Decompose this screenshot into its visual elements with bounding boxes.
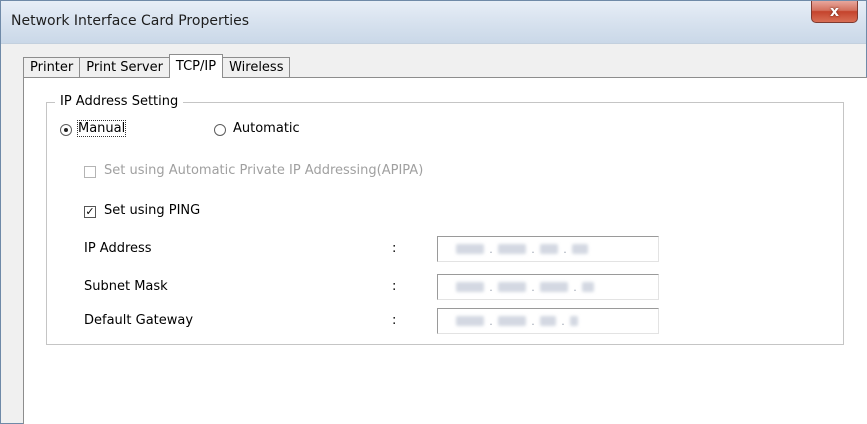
ping-label[interactable]: Set using PING xyxy=(104,203,200,218)
octet-separator: . xyxy=(489,314,493,328)
close-button[interactable]: x xyxy=(811,1,858,23)
blurred-octet xyxy=(540,316,556,326)
apipa-label: Set using Automatic Private IP Addressin… xyxy=(104,163,424,178)
tab-bar: Printer Print Server TCP/IP Wireless xyxy=(23,54,291,78)
close-icon: x xyxy=(829,3,840,20)
blurred-octet xyxy=(498,282,526,292)
blurred-octet xyxy=(540,282,568,292)
ping-checkbox[interactable]: ✓ xyxy=(84,206,96,218)
ip-address-colon: : xyxy=(392,241,397,256)
octet-separator: . xyxy=(561,314,565,328)
tab-printer[interactable]: Printer xyxy=(23,57,81,78)
tab-tcp-ip[interactable]: TCP/IP xyxy=(168,54,224,78)
blurred-octet xyxy=(456,282,484,292)
blurred-octet xyxy=(456,316,484,326)
blurred-octet xyxy=(498,316,526,326)
blurred-octet xyxy=(540,244,558,254)
subnet-mask-label: Subnet Mask xyxy=(84,279,168,294)
title-bar[interactable]: Network Interface Card Properties x xyxy=(1,1,866,44)
group-title: IP Address Setting xyxy=(55,94,184,109)
octet-separator: . xyxy=(531,314,535,328)
automatic-radio[interactable] xyxy=(214,124,226,136)
blurred-octet xyxy=(572,244,588,254)
octet-separator: . xyxy=(573,280,577,294)
blurred-octet xyxy=(498,244,526,254)
octet-separator: . xyxy=(531,280,535,294)
checkmark-icon: ✓ xyxy=(85,205,95,218)
ip-address-input[interactable]: . . . xyxy=(437,236,659,262)
subnet-mask-input[interactable]: . . . xyxy=(437,274,659,300)
default-gateway-label: Default Gateway xyxy=(84,313,194,328)
radio-selected-dot xyxy=(64,128,68,132)
manual-label[interactable]: Manual xyxy=(76,120,127,137)
blurred-octet xyxy=(456,244,484,254)
octet-separator: . xyxy=(489,280,493,294)
ip-address-label: IP Address xyxy=(84,241,152,256)
octet-separator: . xyxy=(489,242,493,256)
manual-radio[interactable] xyxy=(60,124,72,136)
default-gateway-colon: : xyxy=(392,313,397,328)
blurred-octet xyxy=(582,282,594,292)
automatic-label[interactable]: Automatic xyxy=(233,121,300,136)
octet-separator: . xyxy=(531,242,535,256)
window-title: Network Interface Card Properties xyxy=(11,13,249,29)
default-gateway-input[interactable]: . . . xyxy=(437,308,659,334)
tab-wireless[interactable]: Wireless xyxy=(222,57,291,78)
apipa-checkbox xyxy=(84,166,96,178)
blurred-octet xyxy=(570,316,578,326)
subnet-mask-colon: : xyxy=(392,279,397,294)
tab-print-server[interactable]: Print Server xyxy=(79,57,170,78)
octet-separator: . xyxy=(563,242,567,256)
